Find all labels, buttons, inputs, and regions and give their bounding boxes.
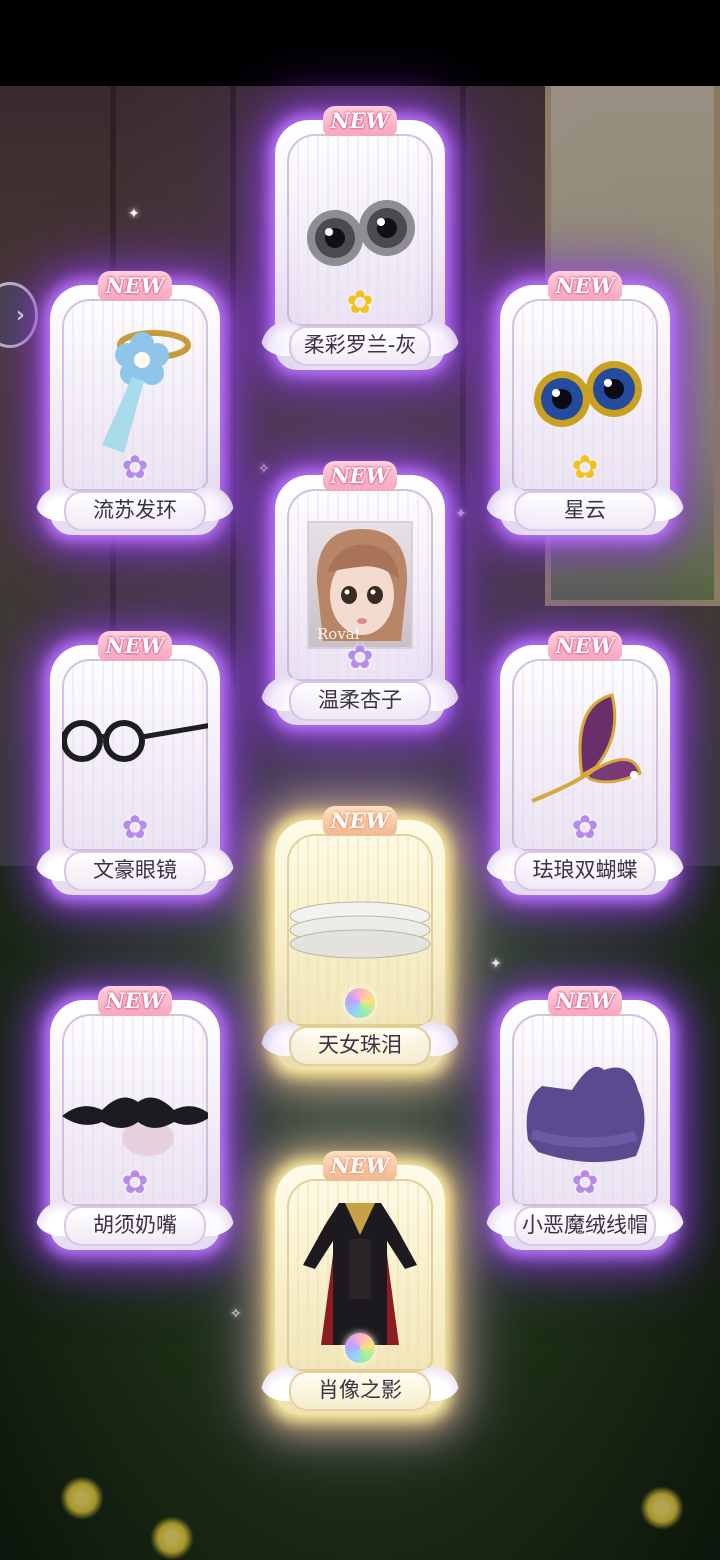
reward-card[interactable]: NEW ✿ 星云 — [486, 271, 684, 535]
item-name: 温柔杏子 — [289, 681, 431, 721]
item-name: 天女珠泪 — [289, 1026, 431, 1066]
black-outfit-icon — [287, 1195, 433, 1345]
round-glasses-icon — [55, 675, 213, 825]
reward-card[interactable]: NEW ✿ 文豪眼镜 — [36, 631, 234, 895]
eyes-nebula-icon — [512, 315, 658, 465]
mustache-pacifier-icon — [62, 1030, 212, 1180]
new-badge: NEW — [323, 461, 397, 491]
pearl-choker-icon — [287, 850, 433, 1000]
item-name: 流苏发环 — [64, 491, 206, 531]
chevron-right-icon: › — [15, 302, 25, 328]
new-badge: NEW — [548, 271, 622, 301]
rarity-flower-icon — [345, 1333, 375, 1363]
tassel-hairpin-icon — [62, 315, 208, 465]
new-badge: NEW — [98, 271, 172, 301]
reward-card[interactable]: NEW ✿ 柔彩罗兰-灰 — [261, 106, 459, 370]
eyes-grey-icon — [287, 150, 433, 300]
sparkle-decoration: ✦ — [490, 956, 502, 972]
reward-card[interactable]: NEW 肖像之影 — [261, 1151, 459, 1415]
rarity-flower-icon: ✿ — [121, 1163, 149, 1201]
item-name: 文豪眼镜 — [64, 851, 206, 891]
rarity-flower-icon: ✿ — [121, 808, 149, 846]
rarity-flower-icon: ✿ — [571, 448, 599, 486]
sparkle-decoration: ✦ — [455, 506, 467, 522]
status-bar — [0, 0, 720, 86]
rarity-flower-icon: ✿ — [346, 638, 374, 676]
new-badge: NEW — [323, 806, 397, 836]
rarity-flower-icon: ✿ — [346, 283, 374, 321]
wall-plank — [230, 86, 236, 686]
sparkle-decoration: ✧ — [258, 461, 270, 477]
rarity-flower-icon: ✿ — [571, 1163, 599, 1201]
portrait-icon: Roval — [307, 521, 413, 649]
reward-card[interactable]: NEW ✿ 珐琅双蝴蝶 — [486, 631, 684, 895]
new-badge: NEW — [548, 631, 622, 661]
new-badge: NEW — [98, 986, 172, 1016]
sparkle-decoration: ✦ — [128, 206, 140, 222]
flower-decoration — [640, 1486, 684, 1530]
flower-decoration — [150, 1516, 194, 1560]
rarity-flower-icon: ✿ — [571, 808, 599, 846]
reward-card[interactable]: NEW ✿ 胡须奶嘴 — [36, 986, 234, 1250]
reward-card[interactable]: NEW Roval ✿ 温柔杏子 — [261, 461, 459, 725]
new-badge: NEW — [323, 106, 397, 136]
item-name: 柔彩罗兰-灰 — [289, 326, 431, 366]
new-badge: NEW — [98, 631, 172, 661]
knit-hat-icon — [512, 1030, 658, 1180]
rarity-flower-icon — [345, 988, 375, 1018]
new-badge: NEW — [323, 1151, 397, 1181]
reward-card[interactable]: NEW ✿ 小恶魔绒线帽 — [486, 986, 684, 1250]
item-name: 星云 — [514, 491, 656, 531]
flower-decoration — [60, 1476, 104, 1520]
butterfly-brooch-icon — [512, 675, 658, 825]
item-name: 肖像之影 — [289, 1371, 431, 1411]
wall-plank — [460, 86, 466, 686]
rarity-flower-icon: ✿ — [121, 448, 149, 486]
item-name: 小恶魔绒线帽 — [514, 1206, 656, 1246]
item-name: 胡须奶嘴 — [64, 1206, 206, 1246]
item-name: 珐琅双蝴蝶 — [514, 851, 656, 891]
new-badge: NEW — [548, 986, 622, 1016]
reward-card[interactable]: NEW ✿ 流苏发环 — [36, 271, 234, 535]
reward-card[interactable]: NEW 天女珠泪 — [261, 806, 459, 1070]
sparkle-decoration: ✧ — [230, 1306, 242, 1322]
